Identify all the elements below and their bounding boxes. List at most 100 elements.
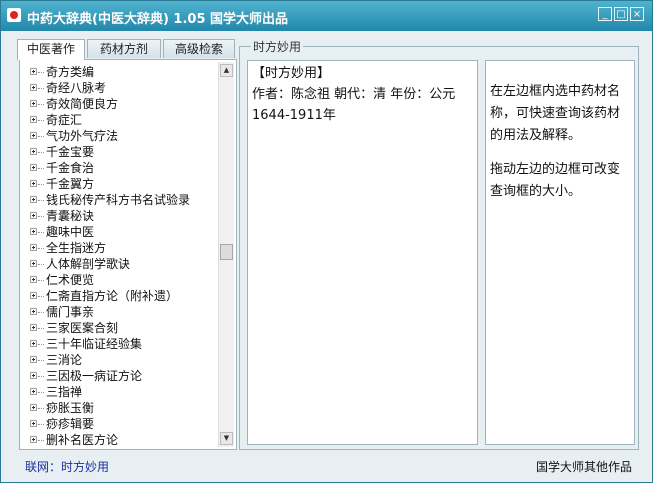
expand-plus-icon[interactable]: [30, 436, 37, 443]
tree-item-label: 全生指迷方: [46, 241, 107, 255]
status-bar: 联网：时方妙用 国学大师其他作品: [1, 451, 652, 483]
tree-connector: [38, 264, 44, 265]
expand-plus-icon[interactable]: [30, 292, 37, 299]
tree-item[interactable]: 儒门事亲: [20, 304, 218, 320]
expand-plus-icon[interactable]: [30, 228, 37, 235]
tree-item[interactable]: 奇症汇: [20, 112, 218, 128]
tree-item[interactable]: 仁术便览: [20, 272, 218, 288]
tree-item[interactable]: 删补名医方论: [20, 432, 218, 448]
detail-heading: 【时方妙用】: [252, 66, 331, 81]
expand-plus-icon[interactable]: [30, 356, 37, 363]
minimize-button[interactable]: _: [598, 7, 612, 21]
tree-item-label: 千金翼方: [46, 177, 95, 191]
tree-connector: [38, 376, 44, 377]
tree-item[interactable]: 仁斋直指方论（附补遗）: [20, 288, 218, 304]
tree-item[interactable]: 千金翼方: [20, 176, 218, 192]
expand-plus-icon[interactable]: [30, 276, 37, 283]
tree-item-label: 奇经八脉考: [46, 81, 107, 95]
tree-item[interactable]: 痧胀玉衡: [20, 400, 218, 416]
expand-plus-icon[interactable]: [30, 116, 37, 123]
expand-plus-icon[interactable]: [30, 180, 37, 187]
tree-item-label: 千金食治: [46, 161, 95, 175]
tree-item[interactable]: 趣味中医: [20, 224, 218, 240]
hint-line: 拖动左边的边框可改变查询框的大小。: [490, 162, 621, 199]
hint-panel: 在左边框内选中药材名称，可快速查询该药材的用法及解释。 拖动左边的边框可改变查询…: [485, 60, 635, 445]
tree-connector: [38, 88, 44, 89]
tree-item[interactable]: 痧疹辑要: [20, 416, 218, 432]
tree-connector: [38, 120, 44, 121]
tree-item-label: 气功外气疗法: [46, 129, 119, 143]
expand-plus-icon[interactable]: [30, 164, 37, 171]
expand-plus-icon[interactable]: [30, 260, 37, 267]
tree-item[interactable]: 三指禅: [20, 384, 218, 400]
tree-item[interactable]: 全生指迷方: [20, 240, 218, 256]
expand-plus-icon[interactable]: [30, 372, 37, 379]
tree-item-label: 千金宝要: [46, 145, 95, 159]
tree-item[interactable]: 气功外气疗法: [20, 128, 218, 144]
tree-connector: [38, 232, 44, 233]
tree-connector: [38, 360, 44, 361]
expand-plus-icon[interactable]: [30, 340, 37, 347]
tree-item-label: 奇效简便良方: [46, 97, 119, 111]
expand-plus-icon[interactable]: [30, 388, 37, 395]
app-logo-icon: [7, 8, 21, 22]
expand-plus-icon[interactable]: [30, 308, 37, 315]
expand-plus-icon[interactable]: [30, 420, 37, 427]
tree-connector: [38, 200, 44, 201]
tree-item[interactable]: 三因极一病证方论: [20, 368, 218, 384]
expand-plus-icon[interactable]: [30, 196, 37, 203]
tree-connector: [38, 184, 44, 185]
tree-item[interactable]: 钱氏秘传产科方书名试验录: [20, 192, 218, 208]
tree-connector: [38, 392, 44, 393]
tree-item[interactable]: 奇效简便良方: [20, 96, 218, 112]
tree-connector: [38, 104, 44, 105]
tree-item[interactable]: 三十年临证经验集: [20, 336, 218, 352]
detail-group-label: 时方妙用: [251, 38, 304, 55]
other-works-link[interactable]: 国学大师其他作品: [536, 458, 632, 475]
window-title: 中药大辞典(中医大辞典) 1.05 国学大师出品: [27, 12, 289, 27]
scroll-up-icon[interactable]: ▲: [220, 64, 233, 77]
tree-connector: [38, 312, 44, 313]
tree-item[interactable]: 青囊秘诀: [20, 208, 218, 224]
expand-plus-icon[interactable]: [30, 324, 37, 331]
tree-item[interactable]: 千金食治: [20, 160, 218, 176]
scroll-thumb[interactable]: [220, 244, 233, 260]
tree-item[interactable]: 三家医案合刻: [20, 320, 218, 336]
expand-plus-icon[interactable]: [30, 148, 37, 155]
tree-connector: [38, 344, 44, 345]
app-window: 中药大辞典(中医大辞典) 1.05 国学大师出品 _ □ × 中医著作 药材方剂…: [0, 0, 653, 483]
expand-plus-icon[interactable]: [30, 404, 37, 411]
close-button[interactable]: ×: [630, 7, 644, 21]
expand-plus-icon[interactable]: [30, 132, 37, 139]
expand-plus-icon[interactable]: [30, 84, 37, 91]
tree-item-label: 三因极一病证方论: [46, 369, 143, 383]
tree-item[interactable]: 人体解剖学歌诀: [20, 256, 218, 272]
scroll-down-icon[interactable]: ▼: [220, 432, 233, 445]
expand-plus-icon[interactable]: [30, 68, 37, 75]
tree-item-label: 痧疹辑要: [46, 417, 95, 431]
expand-plus-icon[interactable]: [30, 100, 37, 107]
maximize-button[interactable]: □: [614, 7, 628, 21]
tree-item-label: 三指禅: [46, 385, 83, 399]
tree-item[interactable]: 千金宝要: [20, 144, 218, 160]
tree-item-label: 三十年临证经验集: [46, 337, 143, 351]
tree-scrollbar[interactable]: ▲ ▼: [218, 62, 234, 447]
tab-zhongyi-zhuzuo[interactable]: 中医著作: [17, 39, 85, 60]
online-link[interactable]: 联网：时方妙用: [25, 458, 109, 475]
tab-yaocai-fangji[interactable]: 药材方剂: [87, 39, 161, 58]
detail-text[interactable]: 【时方妙用】 作者：陈念祖 朝代：清 年份：公元1644-1911年: [247, 60, 478, 445]
expand-plus-icon[interactable]: [30, 244, 37, 251]
tree-connector: [38, 248, 44, 249]
detail-meta: 作者：陈念祖 朝代：清 年份：公元1644-1911年: [252, 87, 456, 123]
tree-item-label: 三家医案合刻: [46, 321, 119, 335]
tab-strip: 中医著作 药材方剂 高级检索: [15, 39, 237, 60]
tree-item[interactable]: 奇经八脉考: [20, 80, 218, 96]
tree-item-label: 儒门事亲: [46, 305, 95, 319]
tree-item-label: 趣味中医: [46, 225, 95, 239]
tree-item[interactable]: 三消论: [20, 352, 218, 368]
title-bar[interactable]: 中药大辞典(中医大辞典) 1.05 国学大师出品 _ □ ×: [1, 1, 652, 31]
expand-plus-icon[interactable]: [30, 212, 37, 219]
tree-item[interactable]: 奇方类编: [20, 64, 218, 80]
tree-connector: [38, 72, 44, 73]
tab-gaoji-jiansuo[interactable]: 高级检索: [163, 39, 235, 58]
